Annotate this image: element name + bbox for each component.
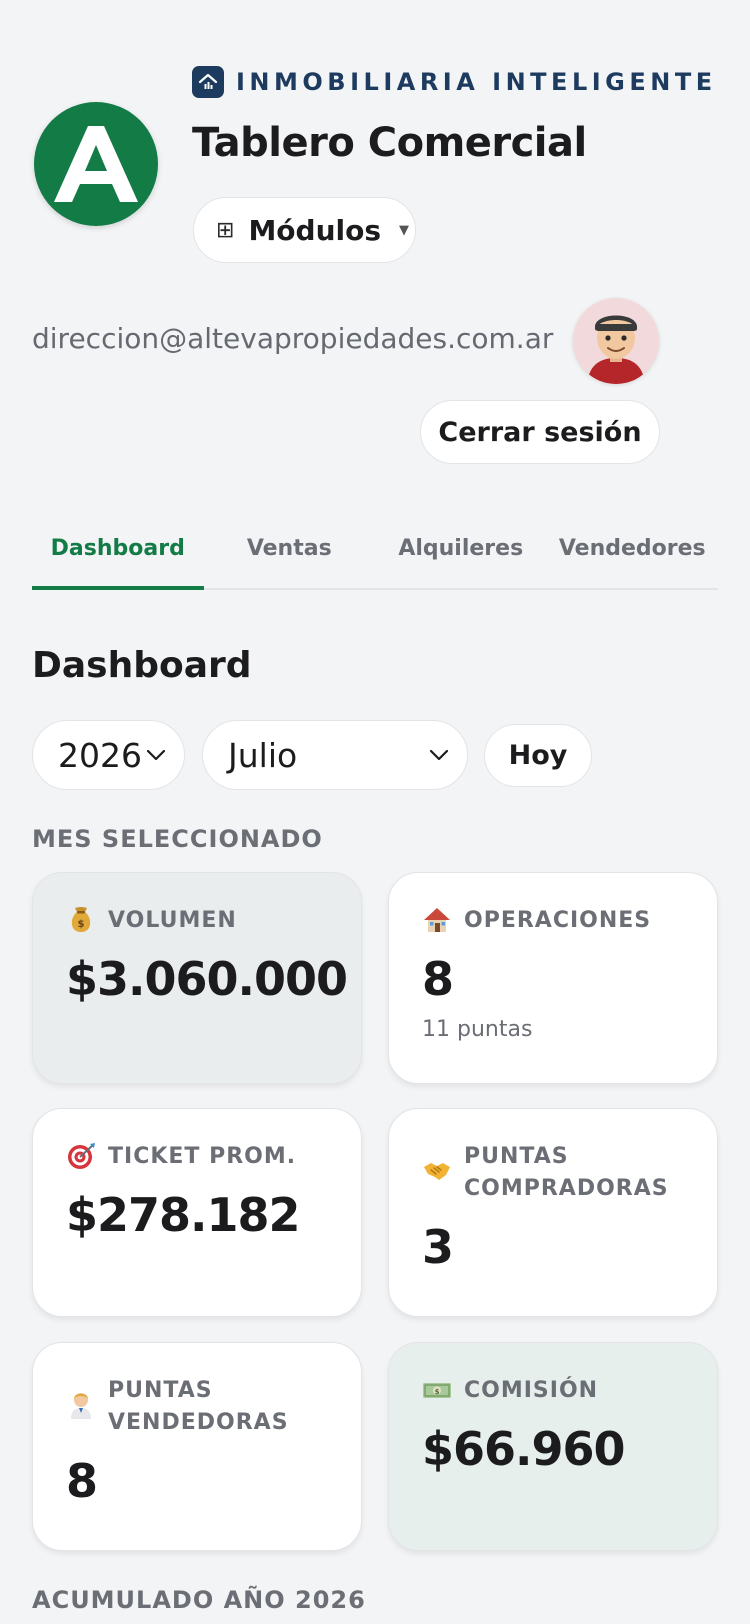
card-label: OPERACIONES [464,908,652,933]
page-title: Dashboard [32,645,252,686]
company-logo [34,102,158,226]
today-button[interactable]: Hoy [484,724,592,787]
card-puntas-vendedoras: PUNTAS VENDEDORAS 8 [32,1342,362,1551]
card-label: PUNTAS VENDEDORAS [108,1373,289,1439]
card-label: TICKET PROM. [108,1144,297,1169]
grid-icon: ⊞ [216,217,235,243]
card-label: VOLUMEN [108,908,237,933]
house-icon [424,908,450,932]
year-value: 2026 [58,735,142,775]
svg-text:$: $ [435,1388,440,1396]
card-value: 8 [422,952,454,1006]
card-volumen: $ VOLUMEN $3.060.000 [32,872,362,1084]
caret-down-icon: ▼ [399,222,410,238]
target-icon [68,1143,95,1169]
app-title: Tablero Comercial [192,120,587,166]
selected-month-label: MES SELECCIONADO [32,825,323,853]
app-header: INMOBILIARIA INTELIGENTE Tablero Comerci… [0,0,750,480]
card-value: 3 [422,1220,454,1274]
user-avatar-icon [573,298,659,384]
tab-ventas[interactable]: Ventas [204,520,376,590]
house-chart-icon [192,66,224,98]
logo-a-icon [54,126,138,202]
tab-vendedores[interactable]: Vendedores [547,520,719,590]
chevron-down-icon [146,749,166,761]
main-tabs: Dashboard Ventas Alquileres Vendedores [32,520,718,590]
brand-row: INMOBILIARIA INTELIGENTE [192,66,717,98]
month-select[interactable]: Julio [202,720,468,790]
tab-alquileres[interactable]: Alquileres [375,520,547,590]
money-bag-icon: $ [71,907,91,932]
modules-label: Módulos [248,213,382,247]
svg-text:$: $ [78,919,85,930]
person-icon [71,1393,91,1419]
tab-dashboard[interactable]: Dashboard [32,520,204,590]
card-label-line-1: PUNTAS [108,1378,213,1403]
month-value: Julio [228,735,298,775]
card-label: COMISIÓN [464,1378,599,1403]
card-value: 8 [66,1454,98,1508]
card-label-line-2: COMPRADORAS [464,1176,669,1201]
card-label-line-1: PUNTAS [464,1144,569,1169]
card-comision: $ COMISIÓN $66.960 [388,1342,718,1551]
modules-button[interactable]: ⊞ Módulos ▼ [193,197,416,263]
card-subtext: 11 puntas [422,1017,533,1042]
avatar[interactable] [573,298,659,384]
card-label-line-2: VENDEDORAS [108,1410,289,1435]
brand-name: INMOBILIARIA INTELIGENTE [236,68,717,96]
handshake-icon [424,1163,450,1180]
cumulative-year-label: ACUMULADO AÑO 2026 [32,1586,366,1614]
card-puntas-compradoras: PUNTAS COMPRADORAS 3 [388,1108,718,1317]
card-ticket-promedio: TICKET PROM. $278.182 [32,1108,362,1317]
year-select[interactable]: 2026 [32,720,185,790]
chevron-down-icon [429,749,449,761]
card-operaciones: OPERACIONES 8 11 puntas [388,872,718,1084]
logout-button[interactable]: Cerrar sesión [420,400,660,464]
banknote-icon: $ [423,1383,451,1398]
card-value: $3.060.000 [66,952,348,1006]
card-label: PUNTAS COMPRADORAS [464,1139,669,1205]
card-value: $66.960 [422,1422,626,1476]
user-email: direccion@altevapropiedades.com.ar [32,322,554,355]
card-value: $278.182 [66,1188,301,1242]
